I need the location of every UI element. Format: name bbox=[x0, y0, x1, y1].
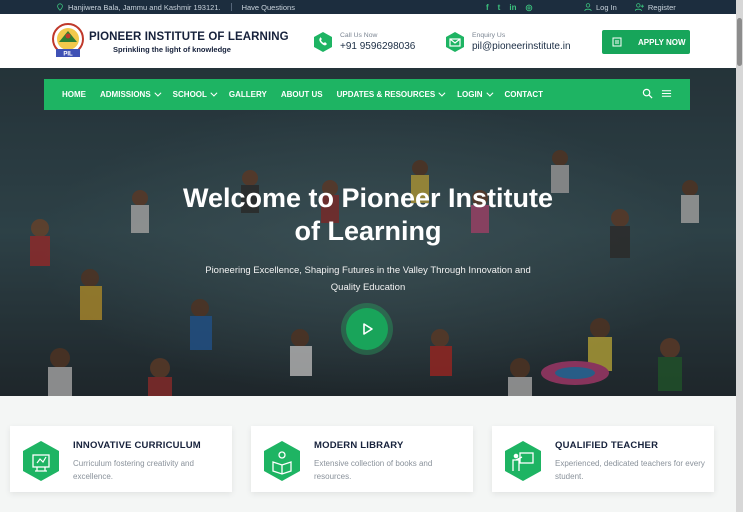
top-bar: Hanjiwera Bala, Jammu and Kashmir 193121… bbox=[0, 0, 736, 14]
site-header: PIL PIONEER INSTITUTE OF LEARNING Sprink… bbox=[0, 14, 736, 68]
scrollbar-thumb[interactable] bbox=[737, 18, 742, 66]
phone-icon bbox=[314, 32, 332, 52]
user-plus-icon bbox=[634, 3, 644, 11]
curriculum-icon bbox=[23, 441, 59, 481]
enquiry-label: Enquiry Us bbox=[472, 32, 506, 39]
play-icon bbox=[363, 323, 373, 335]
instagram-icon[interactable]: ◎ bbox=[525, 3, 532, 12]
nav-item-login[interactable]: LOGIN bbox=[457, 89, 493, 99]
teacher-icon bbox=[505, 441, 541, 481]
feature-description: Experienced, dedicated teachers for ever… bbox=[555, 459, 705, 481]
feature-title: MODERN LIBRARY bbox=[314, 440, 404, 451]
library-icon bbox=[264, 441, 300, 481]
search-icon[interactable] bbox=[642, 88, 653, 99]
social-links: f t in ◎ bbox=[486, 0, 532, 14]
hero-title-line-1: Welcome to Pioneer Institute bbox=[182, 183, 554, 213]
nav-label: GALLERY bbox=[228, 90, 267, 99]
nav-label: ABOUT US bbox=[280, 90, 323, 99]
feature-card-curriculum[interactable]: INNOVATIVE CURRICULUM Curriculum fosteri… bbox=[10, 426, 232, 492]
hero-subtitle: Pioneering Excellence, Shaping Futures i… bbox=[0, 262, 736, 296]
nav-item-about-us[interactable]: ABOUT US bbox=[281, 90, 323, 99]
email-address[interactable]: pil@pioneerinstitute.in bbox=[472, 41, 571, 52]
phone-number[interactable]: +91 9596298036 bbox=[340, 41, 415, 52]
nav-label: CONTACT bbox=[504, 90, 544, 99]
feature-title: QUALIFIED TEACHER bbox=[555, 440, 659, 451]
hero-title: Welcome to Pioneer Institute of Learning bbox=[0, 182, 736, 248]
hero-subtitle-line-1: Pioneering Excellence, Shaping Futures i… bbox=[205, 265, 531, 276]
divider bbox=[230, 3, 232, 11]
hero-banner: HOME ADMISSIONS SCHOOL GALLERY ABOUT US … bbox=[0, 68, 736, 396]
hero-subtitle-line-2: Quality Education bbox=[330, 282, 406, 293]
nav-item-gallery[interactable]: GALLERY bbox=[229, 90, 267, 99]
features-section: INNOVATIVE CURRICULUM Curriculum fosteri… bbox=[0, 396, 736, 512]
linkedin-icon[interactable]: in bbox=[509, 3, 516, 12]
menu-icon[interactable] bbox=[661, 88, 672, 99]
call-label: Call Us Now bbox=[340, 32, 378, 39]
chevron-down-icon bbox=[154, 89, 162, 97]
apply-now-label: APPLY NOW bbox=[638, 37, 686, 47]
facebook-icon[interactable]: f bbox=[486, 3, 489, 12]
register-link[interactable]: Register bbox=[634, 2, 676, 12]
institute-logo[interactable]: PIL bbox=[50, 22, 86, 60]
page-scrollbar[interactable] bbox=[736, 0, 743, 512]
main-navigation: HOME ADMISSIONS SCHOOL GALLERY ABOUT US … bbox=[44, 79, 690, 110]
feature-title: INNOVATIVE CURRICULUM bbox=[73, 440, 201, 451]
address-text: Hanjiwera Bala, Jammu and Kashmir 193121… bbox=[68, 2, 221, 12]
chevron-down-icon bbox=[485, 89, 493, 97]
nav-item-updates-resources[interactable]: UPDATES & RESOURCES bbox=[336, 89, 446, 99]
nav-label: HOME bbox=[62, 90, 86, 99]
form-icon bbox=[612, 37, 622, 47]
nav-item-school[interactable]: SCHOOL bbox=[172, 89, 218, 99]
nav-item-contact[interactable]: CONTACT bbox=[505, 90, 544, 99]
nav-item-home[interactable]: HOME bbox=[62, 90, 86, 99]
brand-tagline: Sprinkling the light of knowledge bbox=[113, 45, 231, 54]
login-label: Log In bbox=[596, 2, 617, 12]
nav-item-admissions[interactable]: ADMISSIONS bbox=[100, 89, 162, 99]
login-link[interactable]: Log In bbox=[584, 3, 617, 12]
nav-label: LOGIN bbox=[457, 90, 483, 99]
nav-label: SCHOOL bbox=[172, 90, 207, 99]
play-video-button[interactable] bbox=[346, 308, 388, 350]
location-pin-icon bbox=[57, 3, 63, 11]
register-label: Register bbox=[647, 2, 676, 12]
user-icon bbox=[584, 3, 592, 11]
logo-text: PIL bbox=[63, 52, 73, 58]
chevron-down-icon bbox=[210, 89, 218, 97]
hero-title-line-2: of Learning bbox=[294, 216, 442, 246]
nav-label: ADMISSIONS bbox=[100, 90, 151, 99]
apply-now-button[interactable]: APPLY NOW bbox=[602, 30, 690, 54]
feature-card-teacher[interactable]: QUALIFIED TEACHER Experienced, dedicated… bbox=[492, 426, 714, 492]
feature-description: Extensive collection of books and resour… bbox=[314, 459, 433, 481]
enquiry-block: Enquiry Us pil@pioneerinstitute.in bbox=[444, 28, 571, 56]
brand-name[interactable]: PIONEER INSTITUTE OF LEARNING bbox=[89, 31, 289, 43]
call-us-block: Call Us Now +91 9596298036 bbox=[312, 28, 415, 56]
twitter-icon[interactable]: t bbox=[498, 3, 501, 12]
mail-icon bbox=[446, 32, 464, 52]
address: Hanjiwera Bala, Jammu and Kashmir 193121… bbox=[56, 3, 221, 12]
chevron-down-icon bbox=[438, 89, 446, 97]
nav-label: UPDATES & RESOURCES bbox=[336, 90, 436, 99]
feature-description: Curriculum fostering creativity and exce… bbox=[73, 459, 194, 481]
feature-card-library[interactable]: MODERN LIBRARY Extensive collection of b… bbox=[251, 426, 473, 492]
have-questions-link[interactable]: Have Questions bbox=[242, 3, 295, 12]
